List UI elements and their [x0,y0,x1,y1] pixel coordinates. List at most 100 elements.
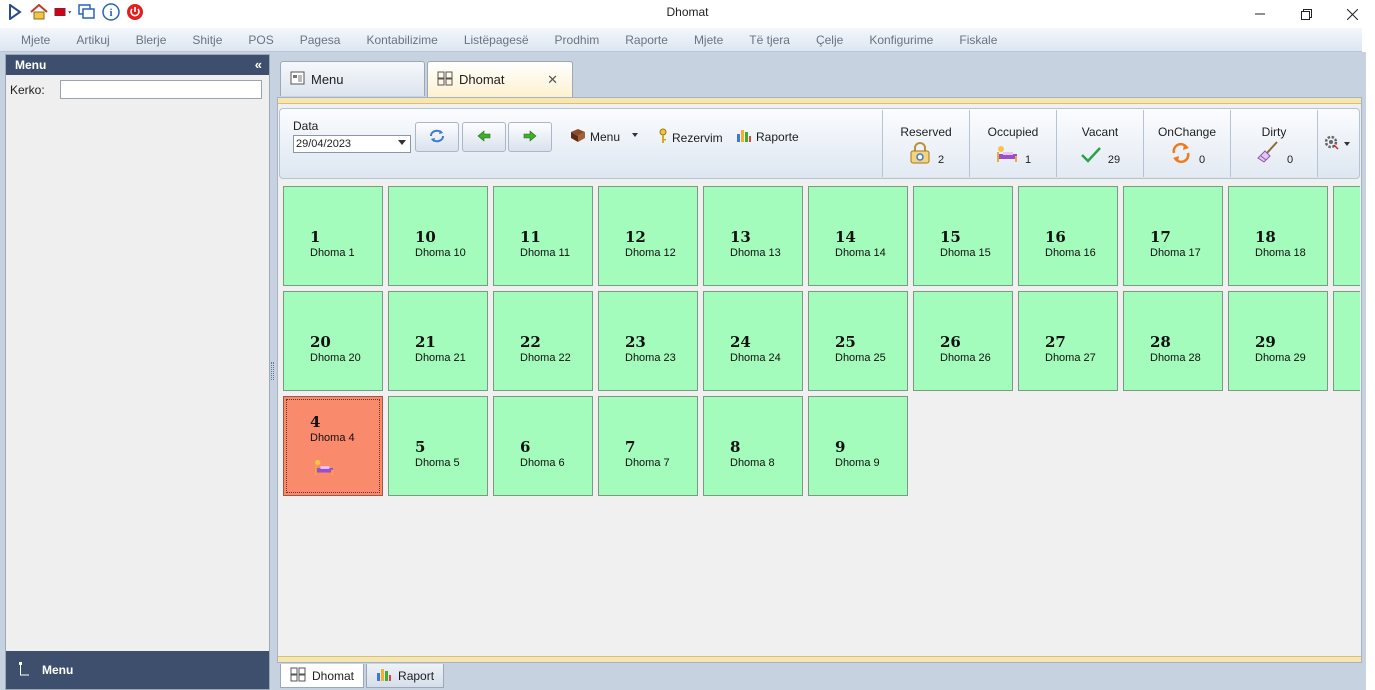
room-tile[interactable]: 16 Dhoma 16 [1018,186,1118,286]
menu-item-9[interactable]: Raporte [612,33,681,47]
room-tile[interactable]: 15 Dhoma 15 [913,186,1013,286]
room-tile[interactable]: 18 Dhoma 18 [1228,186,1328,286]
menu-item-1[interactable]: Artikuj [63,33,122,47]
info-icon[interactable]: i [102,3,120,21]
room-tile[interactable]: 7 Dhoma 7 [598,396,698,496]
close-tab-icon[interactable]: ✕ [547,72,558,88]
menu-dropdown-button[interactable]: Menu [570,128,620,146]
minimize-icon[interactable] [1237,0,1283,28]
room-tile[interactable]: 21 Dhoma 21 [388,291,488,391]
menu-item-11[interactable]: Të tjera [736,33,803,47]
tab-dhomat[interactable]: Dhomat ✕ [427,61,573,97]
room-tile[interactable]: 28 Dhoma 28 [1123,291,1223,391]
room-name: Dhoma 11 [520,247,570,259]
stat-dirty[interactable]: Dirty 0 [1230,110,1317,177]
bottom-tab-dhomat[interactable]: Dhomat [280,664,365,688]
menu-item-10[interactable]: Mjete [681,33,736,47]
room-tile[interactable]: 8 Dhoma 8 [703,396,803,496]
rezervim-button[interactable]: Rezervim [658,128,723,147]
room-tile[interactable]: 17 Dhoma 17 [1123,186,1223,286]
previous-day-button[interactable] [462,122,506,152]
raporte-button[interactable]: Raporte [736,128,799,146]
menu-item-4[interactable]: POS [235,33,286,47]
collapse-icon[interactable]: « [255,57,262,72]
home-icon[interactable] [30,3,48,21]
menu-item-2[interactable]: Blerje [123,33,180,47]
room-tile[interactable]: 11 Dhoma 11 [493,186,593,286]
stat-occupied-count: 1 [1024,154,1032,166]
menu-tree-icon [18,661,30,680]
room-tile[interactable]: 10 Dhoma 10 [388,186,488,286]
play-icon[interactable] [6,3,24,21]
arrow-right-icon [523,129,537,145]
room-number: 27 [1045,333,1066,351]
room-tile[interactable]: 12 Dhoma 12 [598,186,698,286]
panel-splitter[interactable] [271,362,274,380]
menu-item-5[interactable]: Pagesa [287,33,354,47]
menu-item-3[interactable]: Shitje [179,33,235,47]
menu-item-14[interactable]: Fiskale [946,33,1010,47]
menu-item-13[interactable]: Konfigurime [856,33,946,47]
left-panel-footer-label: Menu [42,663,74,677]
room-tile[interactable]: 14 Dhoma 14 [808,186,908,286]
power-icon[interactable] [126,3,144,21]
room-name: Dhoma 6 [520,457,565,469]
stat-reserved-label: Reserved [900,125,952,139]
stat-dirty-label: Dirty [1261,125,1287,139]
menu-item-12[interactable]: Çelje [803,33,856,47]
menu-item-6[interactable]: Kontabilizime [353,33,450,47]
room-name: Dhoma 26 [940,352,991,364]
chevron-down-icon[interactable] [398,140,406,145]
menu-item-7[interactable]: Listëpagesë [451,33,542,47]
room-tile[interactable]: 13 Dhoma 13 [703,186,803,286]
bottom-tab-raport[interactable]: Raport [366,664,445,688]
close-icon[interactable] [1329,0,1375,28]
stat-dirty-count: 0 [1286,154,1294,166]
room-name: Dhoma 23 [625,352,676,364]
room-tile[interactable]: 23 Dhoma 23 [598,291,698,391]
date-picker[interactable]: 29/04/2023 [293,135,411,153]
room-number: 11 [520,228,541,246]
room-tile[interactable]: 4 Dhoma 4 [283,396,383,496]
room-number: 26 [940,333,961,351]
stat-occupied[interactable]: Occupied 1 [969,110,1056,177]
left-panel-footer[interactable]: Menu [6,651,269,689]
menu-item-0[interactable]: Mjete [8,33,63,47]
windows-icon[interactable] [78,3,96,21]
flag-icon[interactable] [54,3,72,21]
room-number: 12 [625,228,646,246]
menu-item-8[interactable]: Prodhim [542,33,613,47]
tab-menu[interactable]: Menu [280,61,425,96]
restore-icon[interactable] [1283,0,1329,28]
rooms-grid: 1 Dhoma 1 10 Dhoma 10 11 Dhoma 11 12 Dhoma 12 13… [283,186,1360,506]
room-tile[interactable]: 27 Dhoma 27 [1018,291,1118,391]
search-input[interactable] [60,80,262,99]
room-tile[interactable]: 9 Dhoma 9 [808,396,908,496]
room-tile[interactable]: 29 Dhoma 29 [1228,291,1328,391]
stat-reserved[interactable]: Reserved 2 [882,110,969,177]
room-number: 29 [1255,333,1276,351]
room-tile[interactable]: 1 Dhoma 1 [283,186,383,286]
room-tile[interactable]: 6 Dhoma 6 [493,396,593,496]
tab-dhomat-label: Dhomat [459,72,505,87]
stat-vacant[interactable]: Vacant 29 [1056,110,1143,177]
room-tile-partial[interactable] [1333,186,1360,286]
room-name: Dhoma 25 [835,352,886,364]
stat-occupied-label: Occupied [987,125,1039,139]
menu-bar: Mjete Artikuj Blerje Shitje POS Pagesa Kontabi… [0,28,1362,52]
room-tile[interactable]: 26 Dhoma 26 [913,291,1013,391]
room-tile[interactable]: 5 Dhoma 5 [388,396,488,496]
rooms-toolbar: Data 29/04/2023 Menu Rezervim Raporte Re… [279,108,1360,179]
refresh-button[interactable] [415,122,459,152]
gear-icon [1322,133,1340,154]
room-tile-partial[interactable] [1333,291,1360,391]
stat-onchange[interactable]: OnChange 0 [1143,110,1230,177]
room-number: 8 [730,438,741,456]
settings-dropdown[interactable] [1317,110,1353,177]
menu-dropdown-arrow-icon[interactable] [632,133,638,137]
next-day-button[interactable] [508,122,552,152]
room-tile[interactable]: 22 Dhoma 22 [493,291,593,391]
room-tile[interactable]: 25 Dhoma 25 [808,291,908,391]
room-tile[interactable]: 20 Dhoma 20 [283,291,383,391]
room-tile[interactable]: 24 Dhoma 24 [703,291,803,391]
